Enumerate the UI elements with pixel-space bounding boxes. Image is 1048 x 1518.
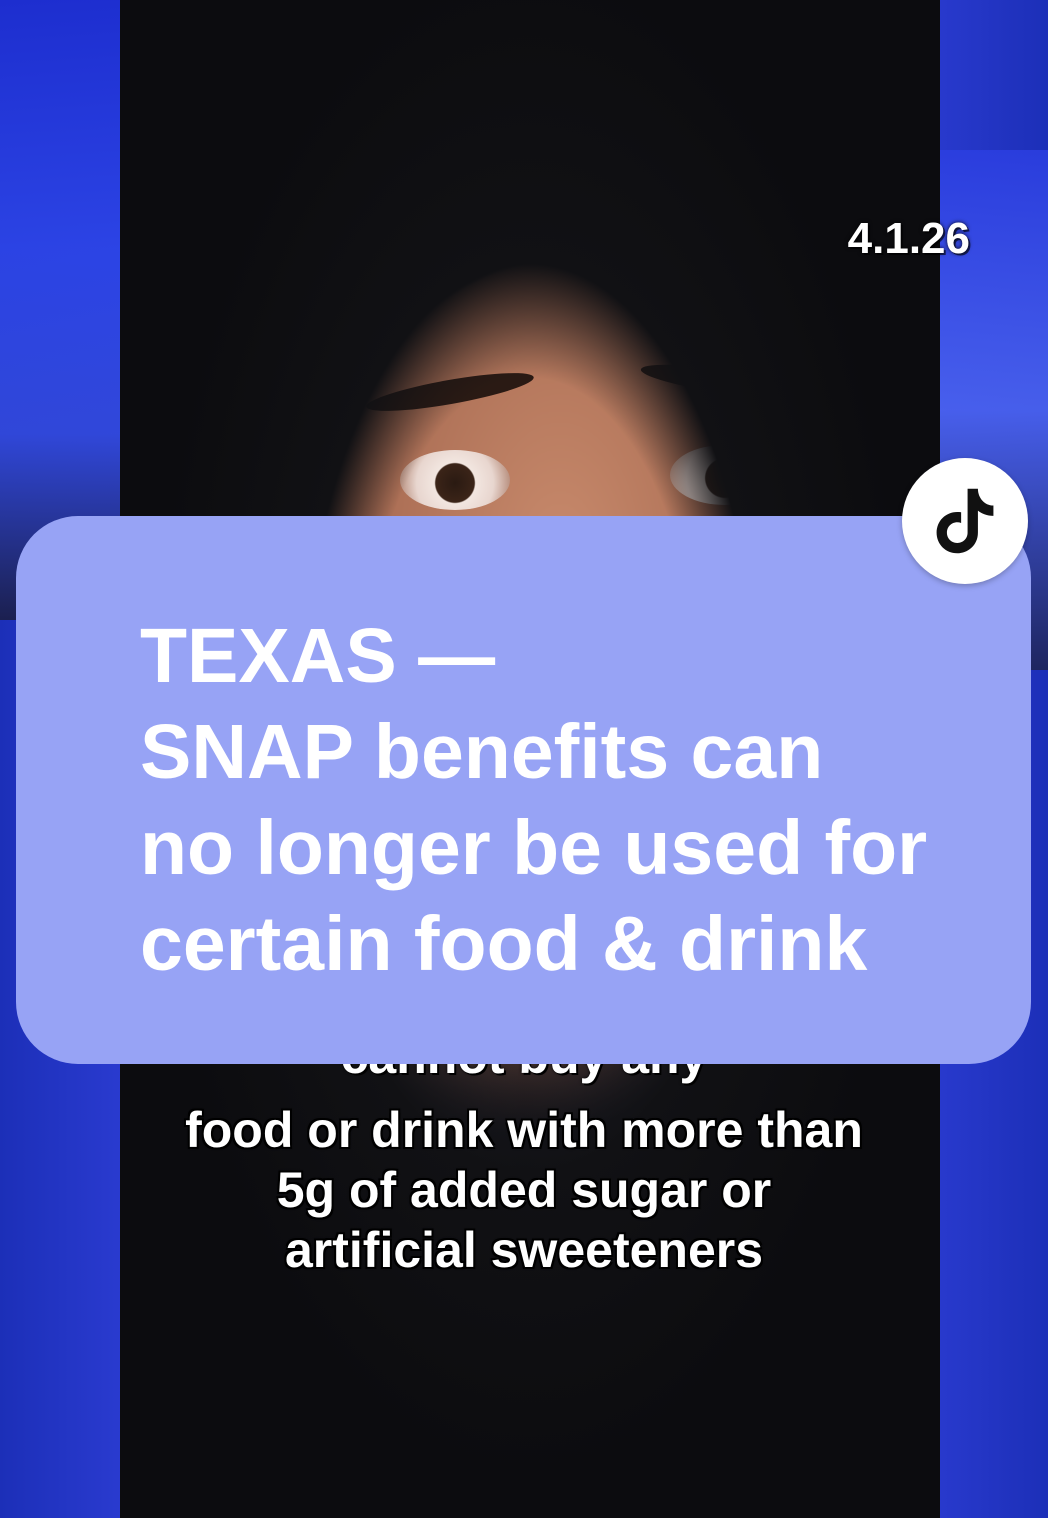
caption-line-2: SNAP benefits can <box>140 709 824 795</box>
video-frame: 4.1.26 cannot buy any TEXAS — SNAP benef… <box>0 0 1048 1518</box>
caption-card: TEXAS — SNAP benefits can no longer be u… <box>16 516 1031 1064</box>
subtitle-line-3: artificial sweeteners <box>284 1222 764 1278</box>
caption-line-3: no longer be used for <box>140 805 928 891</box>
subtitle-line-1: food or drink with more than <box>185 1102 863 1158</box>
tiktok-logo-icon <box>936 488 994 554</box>
subtitle: food or drink with more than 5g of added… <box>0 1100 1048 1280</box>
caption-line-1: TEXAS — <box>140 613 496 699</box>
date-overlay: 4.1.26 <box>847 214 970 263</box>
subtitle-line-2: 5g of added sugar or <box>276 1162 772 1218</box>
caption-line-4: certain food & drink <box>140 901 868 987</box>
tiktok-badge[interactable] <box>902 458 1028 584</box>
